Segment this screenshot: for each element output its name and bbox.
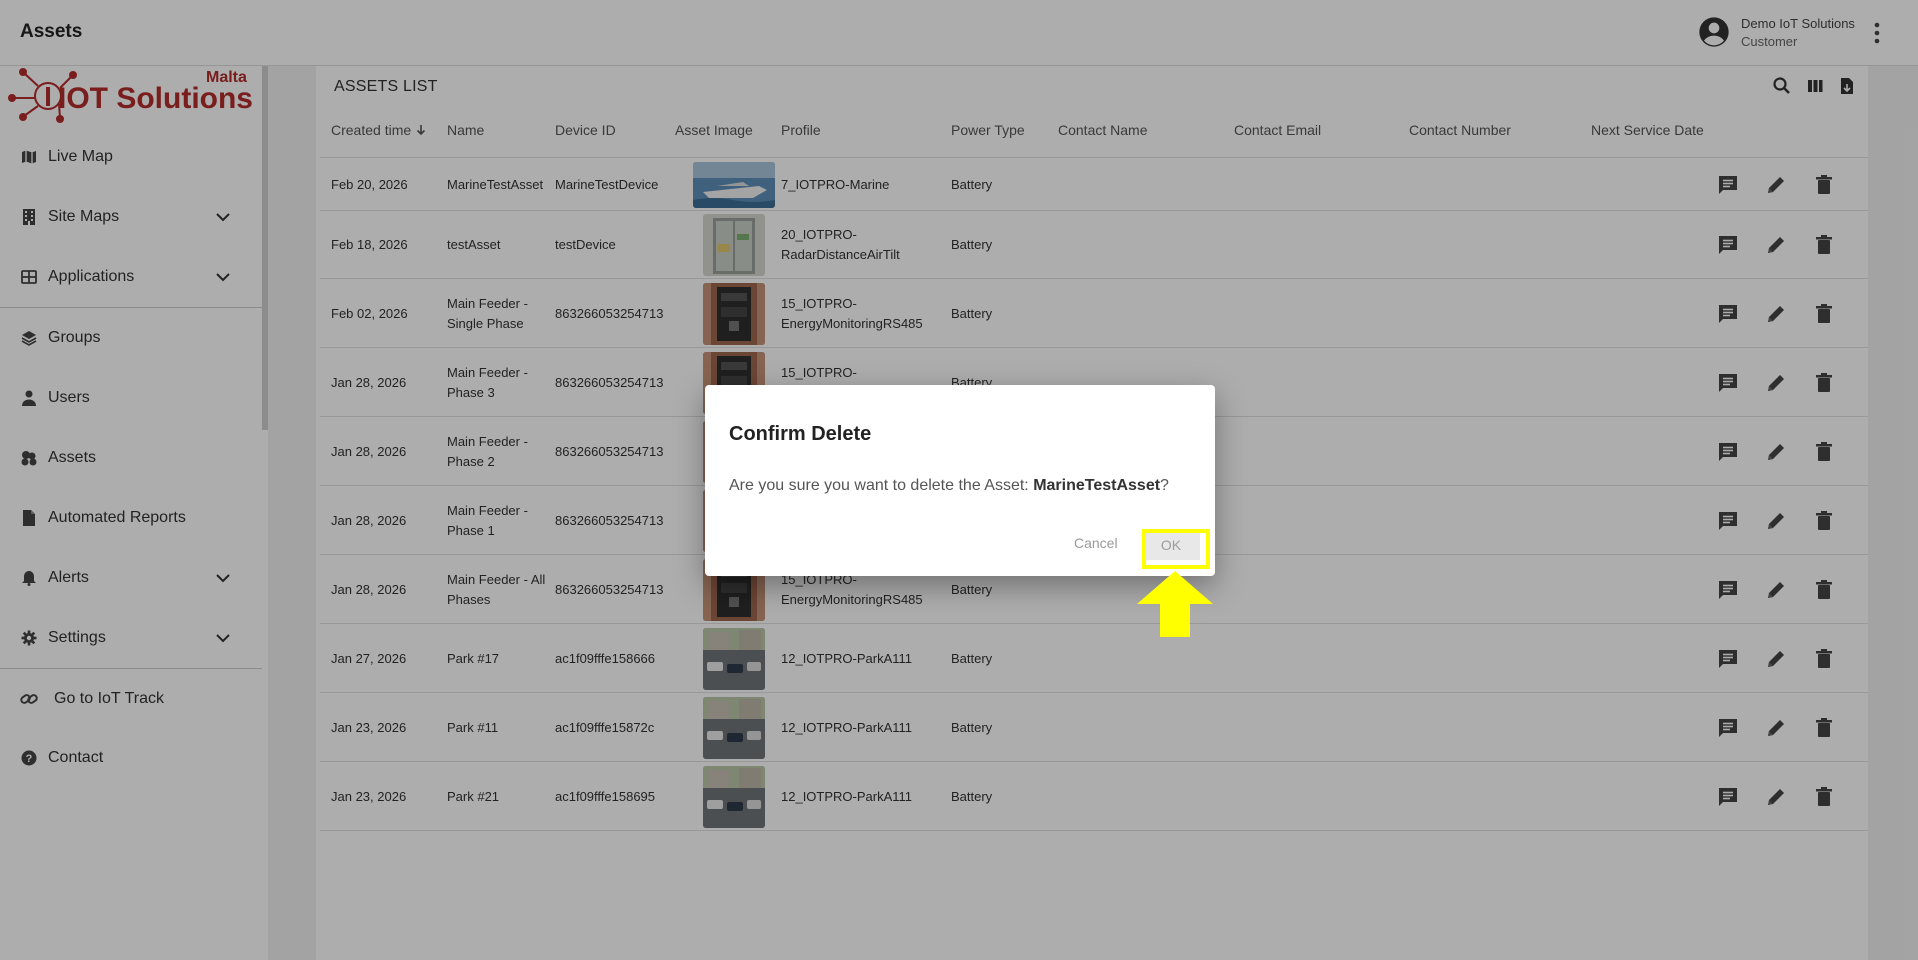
- highlight-box: [1142, 529, 1210, 569]
- dialog-title: Confirm Delete: [729, 423, 872, 445]
- cancel-button[interactable]: Cancel: [1074, 535, 1118, 551]
- dialog-message: Are you sure you want to delete the Asse…: [729, 477, 1169, 494]
- arrow-up-pointer-icon: [1137, 571, 1213, 637]
- confirm-delete-dialog: Confirm Delete Are you sure you want to …: [705, 385, 1215, 576]
- dialog-asset-name: MarineTestAsset: [1033, 477, 1161, 494]
